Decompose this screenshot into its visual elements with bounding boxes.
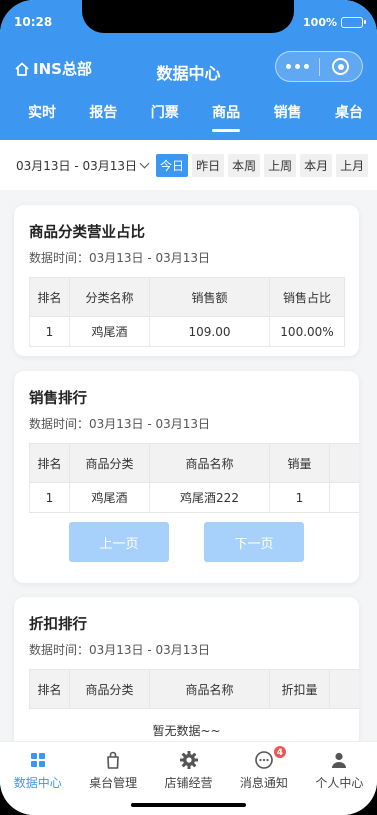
grid-icon — [30, 753, 45, 767]
table-header-cell: 商品名称 — [149, 669, 270, 709]
phone-screen: 10:28 100% INS总部 数据中心 实时 报告 门票 商品 销售 桌台 … — [0, 0, 377, 815]
nav-label: 店铺经营 — [164, 776, 213, 790]
more-button[interactable] — [276, 52, 319, 81]
chat-icon — [255, 751, 273, 769]
table-header-cell: 排名 — [29, 443, 70, 483]
nav-profile[interactable]: 个人中心 — [302, 750, 377, 815]
card-title: 商品分类营业占比 — [29, 225, 145, 241]
nav-label: 桌台管理 — [89, 776, 138, 790]
table-header-cell — [329, 669, 359, 709]
battery-icon — [341, 17, 366, 28]
filter-this-week[interactable]: 本周 — [228, 153, 261, 177]
table-header-row: 排名 分类名称 销售额 销售占比 — [29, 277, 345, 317]
category-share-card: 商品分类营业占比 数据时间：03月13日 - 03月13日 排名 分类名称 销售… — [14, 205, 359, 356]
chevron-down-icon — [139, 158, 150, 169]
table-cell: 鸡尾酒222 — [149, 482, 270, 513]
table-header-cell: 销量 — [269, 443, 330, 483]
tab-report[interactable]: 报告 — [89, 102, 117, 132]
filter-last-month[interactable]: 上月 — [336, 153, 369, 177]
mini-program-capsule — [275, 51, 363, 82]
table-header-cell: 销售占比 — [269, 277, 345, 317]
discount-rank-table: 排名 商品分类 商品名称 折扣量 — [29, 669, 359, 709]
nav-label: 数据中心 — [13, 776, 62, 790]
nav-label: 个人中心 — [315, 776, 364, 790]
status-time: 10:28 — [14, 15, 53, 29]
tab-realtime[interactable]: 实时 — [28, 102, 56, 132]
tab-products[interactable]: 商品 — [212, 102, 241, 132]
table-header-cell: 商品分类 — [69, 669, 150, 709]
table-header-cell — [329, 443, 359, 483]
sales-rank-table: 排名 商品分类 商品名称 销量 1 鸡尾酒 鸡尾酒222 1 — [29, 443, 359, 513]
filter-this-month[interactable]: 本月 — [300, 153, 333, 177]
table-cell: 109.00 — [149, 316, 270, 347]
battery-text: 100% — [303, 16, 337, 29]
unread-badge: 4 — [272, 745, 287, 759]
card-time: 数据时间：03月13日 - 03月13日 — [29, 417, 211, 431]
date-filter-bar: 03月13日 - 03月13日 今日 昨日 本周 上周 本月 上月 — [0, 140, 377, 190]
discount-rank-card: 折扣排行 数据时间：03月13日 - 03月13日 排名 商品分类 商品名称 折… — [14, 597, 359, 741]
table-header-row: 排名 商品分类 商品名称 销量 — [29, 443, 359, 483]
chat-icon-wrap: 4 — [254, 745, 287, 770]
top-tabs: 实时 报告 门票 商品 销售 桌台 — [0, 102, 377, 132]
table-cell: 1 — [29, 482, 70, 513]
bag-icon — [107, 751, 119, 769]
person-icon — [332, 752, 347, 768]
table-cell: 100.00% — [269, 316, 345, 347]
table-cell: 1 — [269, 482, 330, 513]
device-notch — [82, 0, 294, 33]
target-close-icon — [332, 58, 350, 75]
table-row: 1 鸡尾酒 鸡尾酒222 1 — [29, 482, 359, 513]
home-icon — [15, 62, 29, 76]
table-header-cell: 销售额 — [149, 277, 270, 317]
table-header-cell: 折扣量 — [269, 669, 330, 709]
table-header-cell: 商品分类 — [69, 443, 150, 483]
gear-icon — [179, 751, 198, 769]
card-time: 数据时间：03月13日 - 03月13日 — [29, 643, 211, 657]
tab-tables[interactable]: 桌台 — [335, 102, 363, 132]
date-range-text: 03月13日 - 03月13日 — [16, 158, 138, 173]
more-dots-icon — [285, 64, 309, 69]
table-header-row: 排名 商品分类 商品名称 折扣量 — [29, 669, 359, 709]
close-button[interactable] — [320, 52, 363, 81]
filter-yesterday[interactable]: 昨日 — [192, 153, 225, 177]
card-time: 数据时间：03月13日 - 03月13日 — [29, 251, 211, 265]
table-header-cell: 分类名称 — [69, 277, 150, 317]
next-page-button[interactable]: 下一页 — [204, 522, 304, 562]
filter-last-week[interactable]: 上周 — [264, 153, 297, 177]
card-title: 销售排行 — [29, 391, 87, 407]
store-switcher[interactable]: INS总部 — [14, 58, 92, 79]
sales-rank-card: 销售排行 数据时间：03月13日 - 03月13日 排名 商品分类 商品名称 销… — [14, 371, 359, 583]
table-cell: 鸡尾酒 — [69, 316, 150, 347]
pagination: 上一页 下一页 — [29, 522, 344, 562]
tab-tickets[interactable]: 门票 — [151, 102, 179, 132]
table-header-cell: 排名 — [29, 277, 70, 317]
date-range-picker[interactable]: 03月13日 - 03月13日 — [16, 157, 150, 174]
store-name: INS总部 — [33, 60, 92, 78]
category-share-table: 排名 分类名称 销售额 销售占比 1 鸡尾酒 109.00 100.00% — [29, 277, 345, 347]
table-cell: 1 — [29, 316, 70, 347]
prev-page-button[interactable]: 上一页 — [69, 522, 169, 562]
nav-label: 消息通知 — [239, 776, 288, 790]
table-header-cell: 商品名称 — [149, 443, 270, 483]
home-indicator — [131, 803, 246, 807]
empty-state-text: 暂无数据~~ — [152, 724, 221, 738]
status-right: 100% — [303, 16, 366, 29]
table-cell — [329, 482, 359, 513]
table-cell: 鸡尾酒 — [69, 482, 150, 513]
table-row: 1 鸡尾酒 109.00 100.00% — [29, 316, 345, 347]
nav-data-center[interactable]: 数据中心 — [0, 750, 75, 815]
card-title: 折扣排行 — [29, 617, 87, 633]
filter-today[interactable]: 今日 — [156, 153, 189, 177]
main-content[interactable]: 商品分类营业占比 数据时间：03月13日 - 03月13日 排名 分类名称 销售… — [0, 190, 377, 741]
table-header-cell: 排名 — [29, 669, 70, 709]
app-header: 10:28 100% INS总部 数据中心 实时 报告 门票 商品 销售 桌台 — [0, 0, 377, 140]
tab-sales[interactable]: 销售 — [274, 102, 302, 132]
